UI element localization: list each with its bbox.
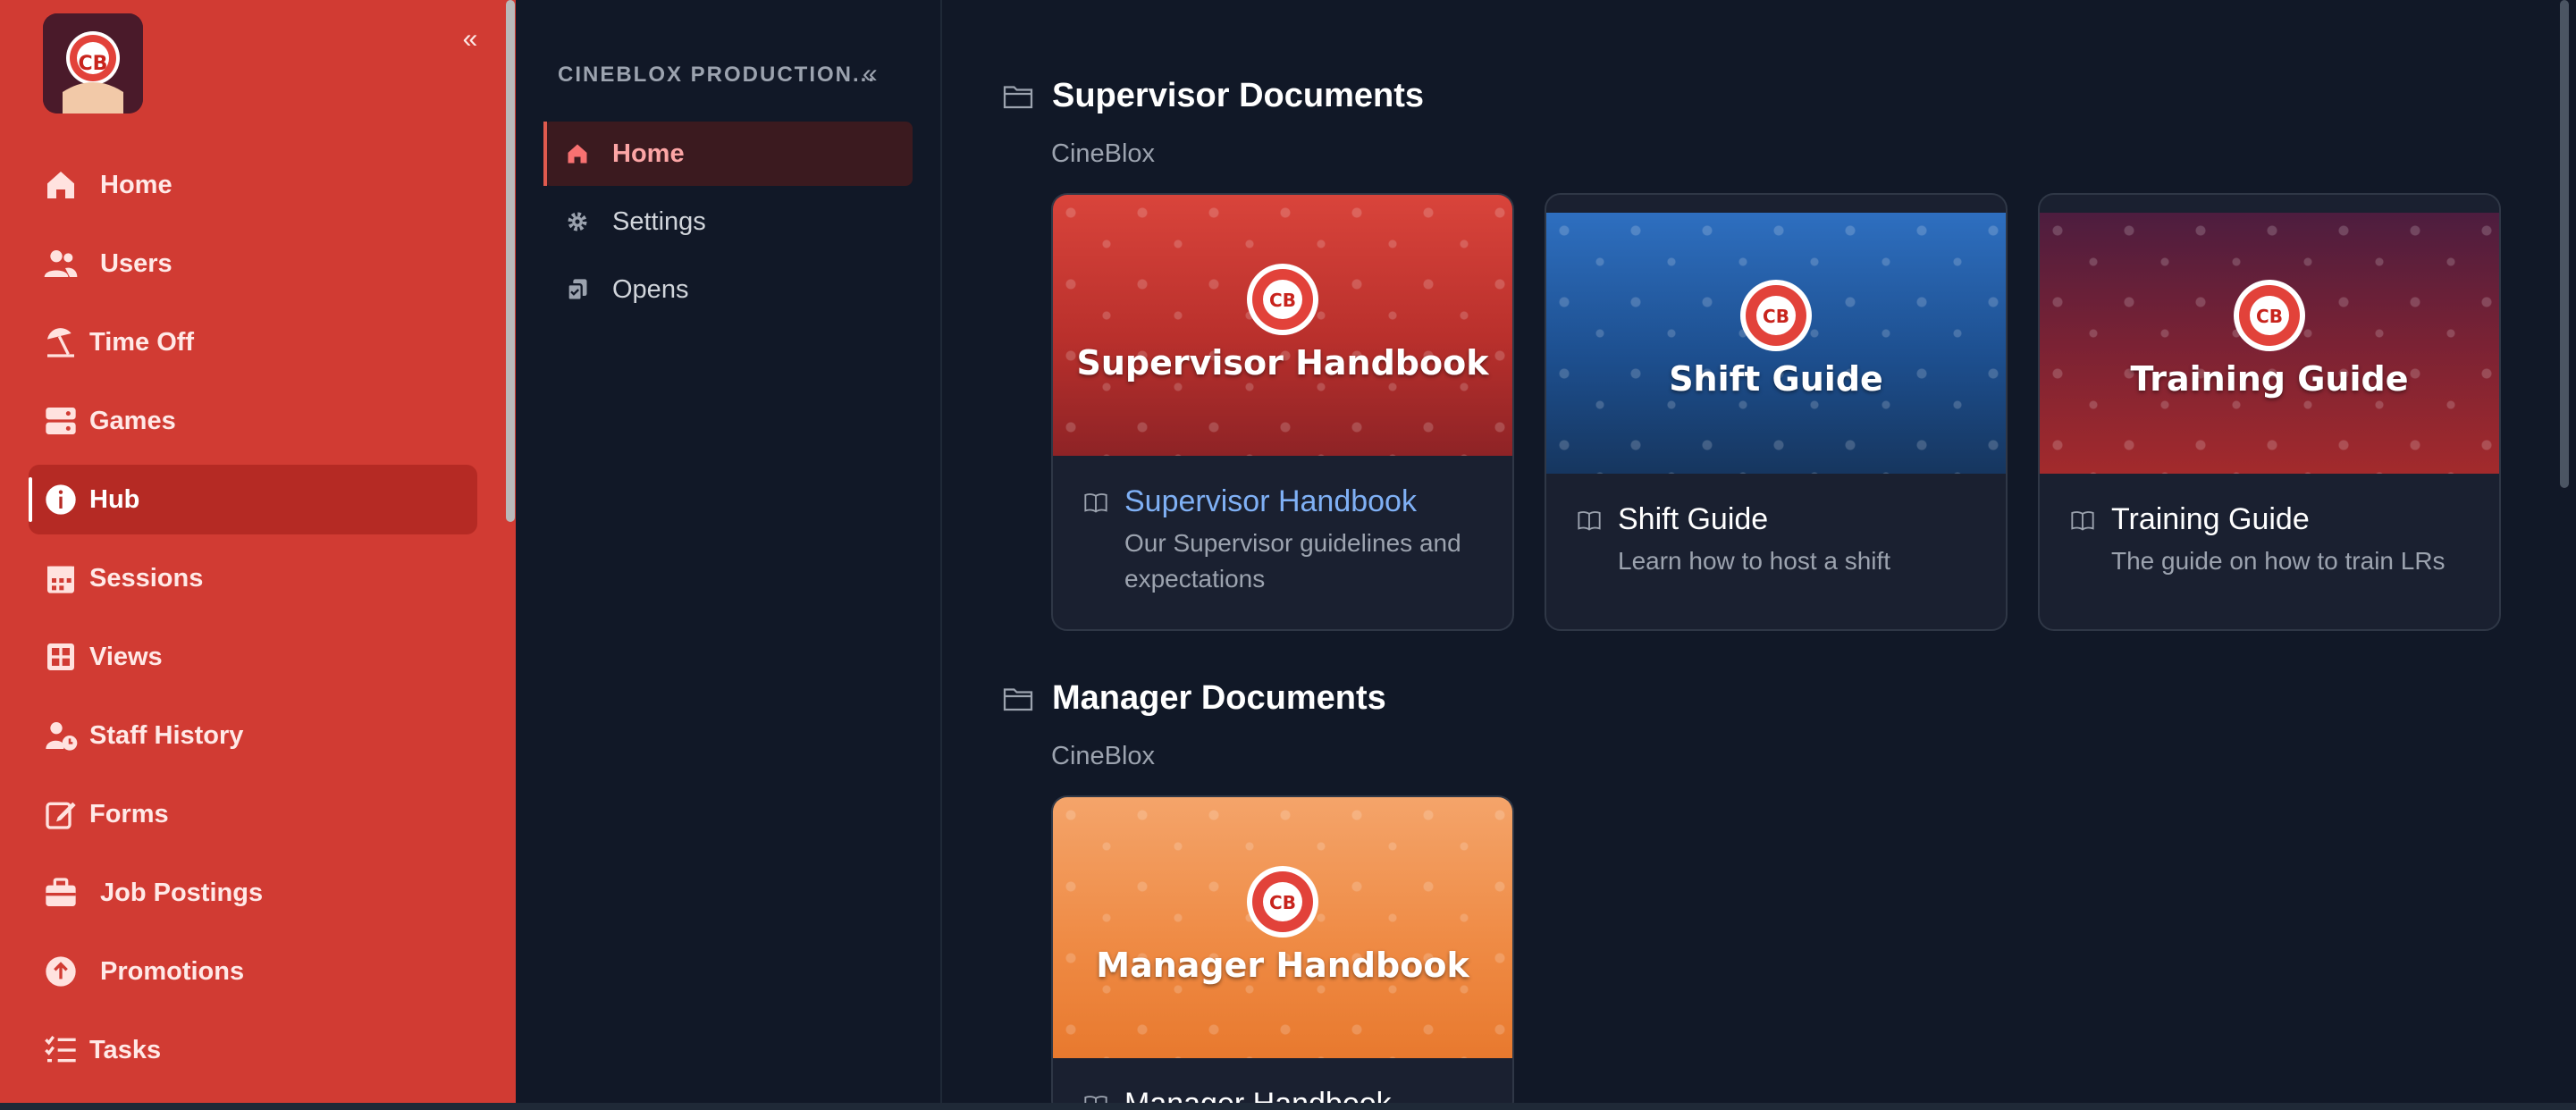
card-banner: CB Training Guide — [2040, 213, 2499, 474]
section-header: Supervisor Documents — [1002, 77, 1424, 115]
sidebar-item-label: Forms — [89, 799, 169, 828]
svg-text:CB: CB — [1269, 290, 1296, 311]
table-grid-icon — [43, 639, 79, 675]
section-title: Supervisor Documents — [1052, 77, 1424, 114]
folder-icon — [1002, 81, 1034, 112]
sidebar-item-label: Job Postings — [100, 878, 264, 907]
banner-title: Training Guide — [2130, 359, 2409, 399]
sidebar-item-label: Time Off — [89, 327, 195, 357]
list-check-icon — [43, 1032, 79, 1068]
cineblox-emblem-icon: CB — [2234, 280, 2305, 351]
panel-item-label: Settings — [612, 206, 706, 236]
document-card-training-guide[interactable]: CB Training Guide Training Guide The gui… — [2038, 193, 2501, 631]
sidebar-item-job-postings[interactable]: Job Postings — [29, 858, 477, 928]
cineblox-emblem-icon: CB — [1740, 280, 1812, 351]
folder-icon — [1002, 684, 1034, 714]
sidebar-item-label: Promotions — [100, 956, 245, 986]
book-icon — [1578, 511, 1601, 531]
sidebar-item-label: Views — [89, 642, 163, 671]
panel-item-label: Home — [612, 139, 685, 168]
organization-title: CINEBLOX PRODUCTION... — [558, 63, 877, 87]
sidebar-item-label: Games — [89, 406, 176, 435]
gear-icon — [564, 208, 591, 235]
main-sidebar: CB « Home Users Time Off Games Hub Sessi… — [0, 0, 516, 1103]
sidebar-item-users[interactable]: Users — [29, 229, 477, 299]
sidebar-item-sessions[interactable]: Sessions — [29, 543, 477, 613]
book-icon — [2071, 511, 2094, 531]
document-card-supervisor-handbook[interactable]: CB Supervisor Handbook Supervisor Handbo… — [1051, 193, 1514, 631]
sidebar-item-games[interactable]: Games — [29, 386, 477, 456]
users-icon — [43, 246, 79, 282]
app-logo[interactable]: CB — [43, 13, 143, 114]
card-description: The guide on how to train LRs — [2111, 547, 2446, 575]
sidebar-item-forms[interactable]: Forms — [29, 779, 477, 849]
hub-panel: CINEBLOX PRODUCTION... « Home Settings O… — [516, 0, 942, 1110]
card-title[interactable]: Shift Guide — [1618, 502, 1768, 537]
sidebar-item-promotions[interactable]: Promotions — [29, 937, 477, 1006]
card-body: Shift Guide Learn how to host a shift — [1546, 474, 2006, 629]
server-icon — [43, 403, 79, 439]
pen-square-icon — [43, 796, 79, 832]
card-banner: CB Shift Guide — [1546, 213, 2006, 474]
banner-title: Shift Guide — [1669, 359, 1883, 399]
info-circle-icon — [43, 482, 79, 517]
calendar-icon — [43, 560, 79, 596]
window-bottom-edge — [0, 1103, 2576, 1110]
main-scrollbar[interactable] — [2560, 0, 2569, 488]
document-card-manager-handbook[interactable]: CB Manager Handbook Manager Handbook — [1051, 795, 1514, 1110]
card-description: Our Supervisor guidelines and expectatio… — [1124, 529, 1461, 593]
panel-item-home[interactable]: Home — [543, 122, 913, 186]
card-description: Learn how to host a shift — [1618, 547, 1891, 575]
card-title[interactable]: Training Guide — [2111, 502, 2310, 537]
documents-icon — [564, 276, 591, 303]
card-body: Supervisor Handbook Our Supervisor guide… — [1053, 456, 1512, 629]
book-icon — [1084, 493, 1107, 513]
main-content: Supervisor Documents CineBlox CB Supervi… — [944, 0, 2553, 1110]
card-title-link[interactable]: Supervisor Handbook — [1124, 484, 1417, 519]
umbrella-beach-icon — [43, 324, 79, 360]
sidebar-item-label: Hub — [89, 484, 140, 514]
logo-text: CB — [78, 53, 108, 75]
sidebar-item-time-off[interactable]: Time Off — [29, 307, 477, 377]
svg-text:CB: CB — [1269, 892, 1296, 913]
banner-title: Supervisor Handbook — [1076, 343, 1489, 383]
section-subtitle: CineBlox — [1051, 742, 1156, 770]
banner-title: Manager Handbook — [1096, 946, 1469, 985]
card-banner: CB Supervisor Handbook — [1053, 195, 1512, 456]
sidebar-item-tasks[interactable]: Tasks — [29, 1015, 477, 1085]
user-clock-icon — [43, 718, 79, 753]
card-banner: CB Manager Handbook — [1053, 797, 1512, 1058]
card-body: Training Guide The guide on how to train… — [2040, 474, 2499, 629]
home-icon — [43, 167, 79, 203]
panel-item-label: Opens — [612, 274, 689, 304]
sidebar-item-label: Staff History — [89, 720, 244, 750]
sidebar-item-home[interactable]: Home — [29, 150, 477, 220]
panel-item-opens[interactable]: Opens — [543, 257, 913, 322]
briefcase-icon — [43, 875, 79, 911]
document-card-shift-guide[interactable]: CB Shift Guide Shift Guide Learn how to … — [1545, 193, 2008, 631]
sidebar-item-views[interactable]: Views — [29, 622, 477, 692]
section-subtitle: CineBlox — [1051, 139, 1156, 168]
panel-collapse-button[interactable]: « — [863, 59, 878, 89]
section-header: Manager Documents — [1002, 679, 1386, 718]
arrow-up-circle-icon — [43, 954, 79, 989]
cineblox-emblem-icon: CB — [1247, 264, 1318, 335]
sidebar-item-staff-history[interactable]: Staff History — [29, 701, 477, 770]
sidebar-item-label: Sessions — [89, 563, 204, 593]
sidebar-collapse-button[interactable]: « — [456, 26, 484, 55]
sidebar-item-label: Tasks — [89, 1035, 162, 1064]
panel-item-settings[interactable]: Settings — [543, 189, 913, 254]
sidebar-item-label: Home — [100, 170, 173, 199]
home-icon — [564, 140, 591, 167]
sidebar-scrollbar[interactable] — [506, 0, 515, 522]
svg-text:CB: CB — [2256, 306, 2283, 327]
section-title: Manager Documents — [1052, 679, 1386, 717]
sidebar-item-hub[interactable]: Hub — [29, 465, 477, 534]
sidebar-item-label: Users — [100, 248, 173, 278]
cineblox-emblem-icon: CB — [1247, 866, 1318, 938]
svg-text:CB: CB — [1763, 306, 1789, 327]
